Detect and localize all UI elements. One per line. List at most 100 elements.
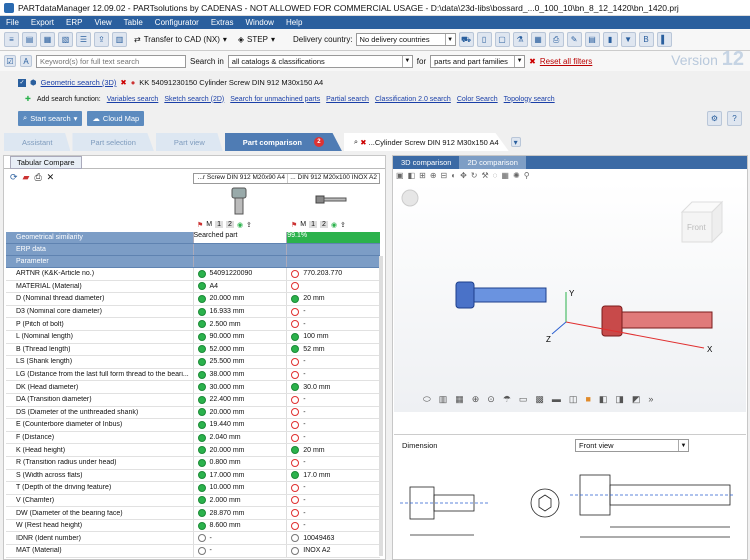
scale-icon[interactable]: ▬ <box>552 394 561 405</box>
color-search-link[interactable]: Color Search <box>457 96 498 103</box>
more-icon[interactable]: » <box>648 394 653 405</box>
section-geometric[interactable]: Geometrical similarity Searched part 99.… <box>6 232 381 244</box>
topology-search-link[interactable]: Topology search <box>504 96 555 103</box>
pin-icon[interactable]: ⚲ <box>524 171 530 180</box>
partial-search-link[interactable]: Partial search <box>326 96 369 103</box>
table-row[interactable]: MATERIAL (Material) A4 <box>6 280 380 294</box>
table-row[interactable]: L (Nominal length) 90.000 mm 100 mm <box>6 330 380 344</box>
cylinder-icon[interactable]: ⬭ <box>423 394 431 405</box>
tab-part-detail[interactable]: ⌕ ✖ ...Cylinder Screw DIN 912 M30x150 A4 <box>343 133 509 151</box>
delivery-country-select[interactable]: No delivery countries ▼ <box>355 33 456 46</box>
table-row[interactable]: LS (Shank length) 25.500 mm - <box>6 356 380 369</box>
table-row[interactable]: D3 (Nominal core diameter) 16.933 mm - <box>6 305 380 319</box>
tabular-compare-tab[interactable]: Tabular Compare <box>4 155 385 169</box>
cube-front-icon[interactable]: ◫ <box>569 394 578 405</box>
table-row[interactable]: E (Counterbore diameter of Inbus) 19.440 … <box>6 419 380 432</box>
table-row[interactable]: DA (Transition diameter) 22.400 mm - <box>6 393 380 407</box>
reset-filters-link[interactable]: Reset all filters <box>540 57 592 66</box>
zoom-icon[interactable]: ⊕ <box>430 171 437 180</box>
green-circle-icon[interactable]: ◉ <box>237 221 243 229</box>
table-row[interactable]: R (Transition radius under head) 0.800 mm… <box>6 456 380 470</box>
table-row[interactable]: V (Chamfer) 2.000 mm - <box>6 494 380 508</box>
table-icon[interactable]: ▥ <box>112 32 127 47</box>
display-mode-icon[interactable]: ▭ <box>519 394 528 405</box>
hatch-icon[interactable]: ▩ <box>535 394 544 405</box>
window-icon[interactable]: ▢ <box>494 32 510 47</box>
menu-help[interactable]: Help <box>280 18 308 27</box>
tab-part-view[interactable]: Part view <box>155 133 223 151</box>
transfer-icon[interactable]: ⇪ <box>246 221 252 229</box>
document-icon[interactable]: ▯ <box>476 32 492 47</box>
fulltext-search-input[interactable]: Keyword(s) for full text search <box>36 54 186 68</box>
bmp-icon[interactable]: B <box>638 32 654 47</box>
cube-iso-icon[interactable]: ◧ <box>599 394 608 405</box>
menu-export[interactable]: Export <box>25 18 60 27</box>
table-row[interactable]: DS (Diameter of the unthreaded shank) 20.… <box>6 406 380 420</box>
table-row[interactable]: W (Rest head height) 8.600 mm - <box>6 519 380 533</box>
classification-search-link[interactable]: Classification 2.0 search <box>375 96 451 103</box>
unmachined-search-link[interactable]: Search for unmachined parts <box>230 96 320 103</box>
cube-side-icon[interactable]: ◩ <box>632 394 641 405</box>
menu-erp[interactable]: ERP <box>60 18 88 27</box>
section-icon[interactable]: ⊟ <box>441 171 448 180</box>
geometric-search-checkbox[interactable]: ✓ <box>18 78 26 87</box>
zoom-icon[interactable]: ⊕ <box>472 394 480 405</box>
open-icon[interactable]: ▧ <box>58 32 73 47</box>
section-erp[interactable]: ERP data <box>6 244 380 256</box>
table-row[interactable]: F (Distance) 2.040 mm - <box>6 431 380 445</box>
tab-assistant[interactable]: Assistant <box>4 133 71 151</box>
chart-icon[interactable]: ▮ <box>602 32 618 47</box>
toggle-icon[interactable]: ▌ <box>656 32 672 47</box>
view-select[interactable]: Front view ▼ <box>575 439 689 452</box>
table-row[interactable]: D (Nominal thread diameter) 20.000 mm 20 m… <box>6 293 380 306</box>
transfer-icon[interactable]: ⇪ <box>340 221 346 229</box>
variables-search-link[interactable]: Variables search <box>107 96 159 103</box>
pdf-icon[interactable]: ▤ <box>584 32 600 47</box>
table-row[interactable]: LG (Distance from the last full form thr… <box>6 368 380 382</box>
search-in-select[interactable]: all catalogs & classifications ▼ <box>227 54 413 68</box>
grid-icon[interactable]: ▦ <box>530 32 546 47</box>
table-row[interactable]: T (Depth of the driving feature) 10.000 m… <box>6 482 380 495</box>
cube-top-icon[interactable]: ◨ <box>615 394 624 405</box>
table-row[interactable]: DW (Diameter of the bearing face) 28.870 … <box>6 507 380 520</box>
rotate-icon[interactable]: ↻ <box>471 171 478 180</box>
pan-icon[interactable]: ✥ <box>460 171 467 180</box>
add-tab-icon[interactable]: ▾ <box>510 137 521 147</box>
grid-icon[interactable]: ▦ <box>501 171 509 180</box>
database-icon[interactable]: ≡ <box>4 32 19 47</box>
cart-icon[interactable]: ⛟ <box>458 32 474 47</box>
geometric-search-link[interactable]: Geometric search (3D) <box>41 78 117 87</box>
menu-window[interactable]: Window <box>240 18 280 27</box>
sketch-icon[interactable]: ✎ <box>566 32 582 47</box>
zoom-fit-icon[interactable]: ⊙ <box>487 394 495 405</box>
filter-icon[interactable]: ⚗ <box>512 32 528 47</box>
tool-icon[interactable]: ⚒ <box>481 171 488 180</box>
measure-icon[interactable]: ⊞ <box>419 171 426 180</box>
menu-extras[interactable]: Extras <box>205 18 240 27</box>
print-icon[interactable]: ⎙ <box>548 32 564 47</box>
camera-icon[interactable]: ◧ <box>408 171 416 180</box>
transfer-to-cad-button[interactable]: ⇄ Transfer to CAD (NX) ▾ <box>130 32 231 48</box>
tab-3d-comparison[interactable]: 3D comparison <box>393 156 460 169</box>
cad-icon[interactable]: ▰ <box>23 172 30 183</box>
catalog-icon[interactable]: ▤ <box>22 32 37 47</box>
flag-icon[interactable]: ⚑ <box>197 221 203 229</box>
table-row[interactable]: ARTNR (K&K-Article no.) 54091220090 770.20… <box>6 268 380 281</box>
print-icon[interactable]: ⎙ <box>34 172 41 183</box>
green-circle-icon[interactable]: ◉ <box>331 221 337 229</box>
tab-2d-comparison[interactable]: 2D comparison <box>459 156 526 169</box>
light-icon[interactable]: ✺ <box>513 171 520 180</box>
section-parameter[interactable]: Parameter <box>6 256 380 268</box>
cube-orange-icon[interactable]: ■ <box>585 394 590 405</box>
close-icon[interactable]: ✖ <box>120 78 126 87</box>
abc-icon[interactable]: A <box>20 55 32 67</box>
scrollbar[interactable] <box>379 256 383 556</box>
arrow-icon[interactable]: ▼ <box>620 32 636 47</box>
table-row[interactable]: P (Pitch of bolt) 2.500 mm - <box>6 318 380 331</box>
solid-icon[interactable]: ▥ <box>439 394 448 405</box>
sketch-search-link[interactable]: Sketch search (2D) <box>164 96 224 103</box>
menu-file[interactable]: File <box>0 18 25 27</box>
cloud-map-button[interactable]: ☁ Cloud Map <box>87 110 145 126</box>
help-icon[interactable]: ? <box>727 110 742 126</box>
menu-table[interactable]: Table <box>118 18 149 27</box>
